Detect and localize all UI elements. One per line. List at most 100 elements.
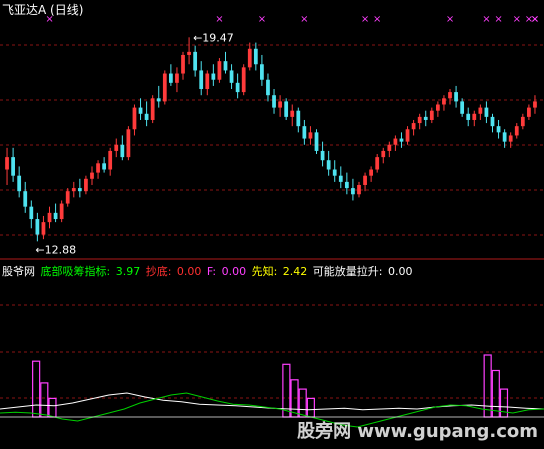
chart-title: 飞亚达A (日线) — [2, 3, 84, 17]
candle-body — [478, 107, 483, 114]
candle-body — [344, 181, 349, 189]
indicator-bar — [298, 388, 307, 418]
indicator-value5: 0.00 — [388, 265, 413, 278]
candle-body — [47, 212, 52, 223]
candle-body — [241, 67, 246, 93]
signal-marker: × — [258, 14, 266, 25]
chart-stage: × × × × × × × × × × × × × × ←19.47 ←12.88 — [0, 0, 544, 445]
candle-body — [508, 135, 513, 142]
indicator-bar — [40, 382, 49, 418]
candle-body — [435, 104, 440, 111]
candle-body — [460, 101, 465, 114]
candle-body — [162, 73, 167, 102]
candle-body — [59, 203, 64, 220]
candle-body — [320, 150, 325, 161]
candle-body — [175, 73, 179, 83]
candle-body — [369, 169, 374, 176]
watermark: 股旁网 www.gupang.com — [297, 421, 538, 442]
candle-body — [11, 157, 15, 176]
candle-body — [381, 150, 386, 158]
indicator-label4: 先知: — [251, 265, 281, 278]
candle-body — [527, 107, 531, 117]
candle-body — [211, 73, 216, 80]
candle-body — [120, 144, 125, 158]
candle-body — [278, 101, 282, 108]
indicator-bar — [483, 354, 492, 418]
candle-body — [442, 98, 446, 105]
indicator-value2: 0.00 — [176, 265, 202, 278]
candle-body — [357, 184, 361, 195]
signal-marker: × — [373, 14, 381, 25]
candle-body — [490, 116, 495, 127]
indicator-value1: 3.97 — [115, 265, 141, 278]
signal-marker: × — [494, 14, 502, 25]
candle-body — [35, 219, 40, 235]
candle-body — [77, 188, 82, 192]
indicator-bar — [48, 397, 57, 418]
indicator-label1: 底部吸筹指标: — [40, 265, 114, 278]
candle-body — [533, 101, 537, 108]
candle-body — [181, 54, 185, 74]
candle-body — [156, 98, 161, 102]
candle-body — [108, 150, 113, 170]
indicator-white-line — [0, 392, 544, 411]
candle-body — [235, 82, 240, 93]
candle-body — [454, 92, 458, 102]
low-annotation: ←12.88 — [35, 243, 76, 256]
candle-body — [417, 116, 422, 124]
candle-body — [266, 79, 270, 96]
candle-body — [363, 175, 367, 185]
candle-body — [411, 123, 416, 130]
price-chart[interactable]: × × × × × × × × × × ××××←19.47←12.88 — [0, 0, 544, 445]
candle-body — [17, 175, 22, 192]
candle-body — [284, 101, 289, 117]
candle-body — [393, 138, 398, 145]
candle-body — [217, 61, 222, 80]
candle-body — [65, 191, 70, 204]
candle-body — [247, 48, 252, 68]
candle-body — [375, 157, 380, 170]
candle-body — [53, 212, 58, 220]
candle-body — [272, 95, 276, 108]
candle-body — [448, 92, 452, 99]
indicator-bar — [306, 397, 315, 418]
candle-body — [199, 70, 204, 90]
candle-body — [502, 132, 507, 142]
candle-body — [150, 98, 155, 120]
signal-marker: × — [361, 14, 369, 25]
candle-body — [90, 172, 94, 179]
signal-marker: × — [215, 14, 223, 25]
candle-body — [205, 73, 210, 90]
candle-body — [308, 132, 313, 139]
signal-marker: × — [513, 14, 521, 25]
indicator-value3: 0.00 — [221, 265, 247, 278]
high-annotation: ←19.47 — [193, 31, 234, 44]
candle-body — [138, 107, 143, 114]
candle-body — [314, 132, 319, 151]
candle-body — [399, 138, 404, 142]
candle-body — [387, 144, 392, 151]
candle-body — [260, 64, 264, 80]
candle-body — [326, 160, 331, 170]
indicator-name: 股爷网 — [2, 265, 35, 278]
candle-body — [5, 157, 9, 170]
indicator-bar — [32, 360, 41, 418]
candle-body — [296, 110, 301, 127]
signal-marker: × — [482, 14, 490, 25]
candle-body — [351, 188, 355, 195]
candle-body — [429, 110, 434, 120]
candle-body — [290, 110, 295, 117]
candle-body — [405, 129, 410, 142]
candle-body — [168, 73, 173, 83]
candle-body — [484, 107, 489, 117]
signal-marker: × — [531, 14, 539, 25]
candle-body — [193, 51, 198, 71]
candle-body — [223, 61, 228, 71]
signal-marker: × — [446, 14, 454, 25]
candle-body — [126, 129, 131, 158]
signal-marker: × — [300, 14, 308, 25]
candle-body — [302, 126, 307, 139]
candle-body — [514, 126, 519, 136]
candle-body — [466, 113, 471, 120]
candle-body — [520, 116, 525, 127]
